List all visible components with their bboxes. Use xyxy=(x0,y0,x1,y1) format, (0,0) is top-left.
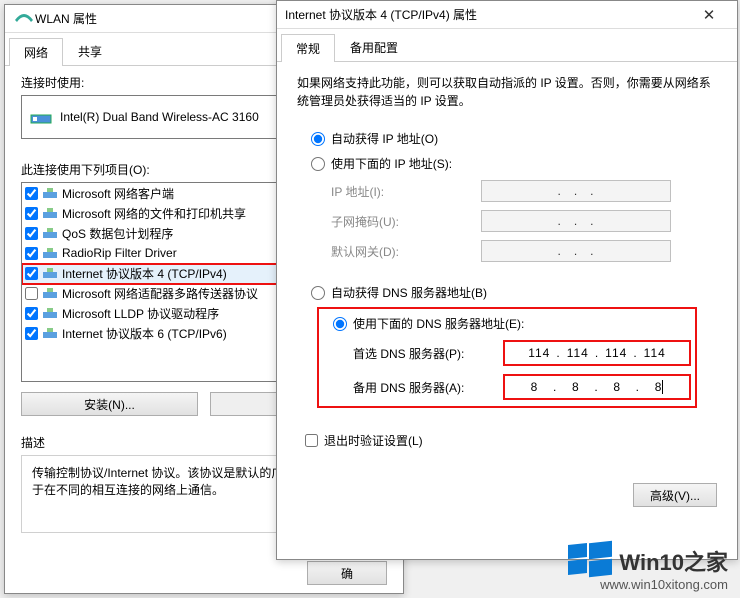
gateway-row: 默认网关(D): ... xyxy=(301,236,713,266)
ip-group: 自动获得 IP 地址(O) 使用下面的 IP 地址(S): IP 地址(I): … xyxy=(295,124,719,272)
item-checkbox[interactable] xyxy=(25,227,38,240)
validate-checkbox[interactable] xyxy=(305,434,318,447)
gateway-input: ... xyxy=(481,240,671,262)
gateway-label: 默认网关(D): xyxy=(331,243,481,260)
ipv4-title: Internet 协议版本 4 (TCP/IPv4) 属性 xyxy=(285,6,689,23)
item-label: Microsoft LLDP 协议驱动程序 xyxy=(62,305,219,322)
radio-auto-ip-label: 自动获得 IP 地址(O) xyxy=(331,130,438,147)
ipv4-properties-window: Internet 协议版本 4 (TCP/IPv4) 属性 ✕ 常规 备用配置 … xyxy=(276,0,738,560)
radio-manual-dns-label: 使用下面的 DNS 服务器地址(E): xyxy=(353,315,524,332)
watermark: Win10之家 www.win10xitong.com xyxy=(568,540,728,592)
info-text: 如果网络支持此功能，则可以获取自动指派的 IP 设置。否则，你需要从网络系统管理… xyxy=(277,62,737,118)
adapter-name: Intel(R) Dual Band Wireless-AC 3160 xyxy=(60,110,259,124)
item-checkbox[interactable] xyxy=(25,287,38,300)
radio-manual-ip-input[interactable] xyxy=(311,157,325,171)
item-label: Internet 协议版本 4 (TCP/IPv4) xyxy=(62,265,227,282)
subnet-input: ... xyxy=(481,210,671,232)
item-checkbox[interactable] xyxy=(25,187,38,200)
radio-auto-ip[interactable]: 自动获得 IP 地址(O) xyxy=(301,126,713,151)
alt-dns-input[interactable]: 8 . 8 . 8 . 8 xyxy=(503,374,691,400)
item-label: Microsoft 网络客户端 xyxy=(62,185,174,202)
item-checkbox[interactable] xyxy=(25,307,38,320)
validate-row[interactable]: 退出时验证设置(L) xyxy=(277,418,737,463)
tab-network[interactable]: 网络 xyxy=(9,38,63,66)
protocol-icon xyxy=(42,306,58,320)
tab-share[interactable]: 共享 xyxy=(63,37,117,65)
item-label: Microsoft 网络的文件和打印机共享 xyxy=(62,205,246,222)
dns-highlight: 使用下面的 DNS 服务器地址(E): 首选 DNS 服务器(P): 114.1… xyxy=(317,307,697,408)
ip-address-input: ... xyxy=(481,180,671,202)
radio-auto-ip-input[interactable] xyxy=(311,132,325,146)
windows-logo-icon xyxy=(568,540,612,576)
alt-dns-label: 备用 DNS 服务器(A): xyxy=(353,379,503,396)
radio-manual-ip-label: 使用下面的 IP 地址(S): xyxy=(331,155,452,172)
radio-auto-dns[interactable]: 自动获得 DNS 服务器地址(B) xyxy=(301,280,713,305)
install-button[interactable]: 安装(N)... xyxy=(21,392,198,416)
subnet-label: 子网掩码(U): xyxy=(331,213,481,230)
protocol-icon xyxy=(42,286,58,300)
wifi-title-icon xyxy=(13,11,35,27)
radio-manual-dns-input[interactable] xyxy=(333,317,347,331)
watermark-brand: Win10之家 xyxy=(619,550,728,575)
advanced-button[interactable]: 高级(V)... xyxy=(633,483,717,507)
item-checkbox[interactable] xyxy=(25,247,38,260)
item-label: QoS 数据包计划程序 xyxy=(62,225,173,242)
dns-group: 自动获得 DNS 服务器地址(B) 使用下面的 DNS 服务器地址(E): 首选… xyxy=(295,278,719,416)
close-icon[interactable]: ✕ xyxy=(689,6,729,24)
ipv4-tabs: 常规 备用配置 xyxy=(277,29,737,62)
subnet-row: 子网掩码(U): ... xyxy=(301,206,713,236)
item-label: Microsoft 网络适配器多路传送器协议 xyxy=(62,285,258,302)
radio-auto-dns-input[interactable] xyxy=(311,286,325,300)
radio-manual-ip[interactable]: 使用下面的 IP 地址(S): xyxy=(301,151,713,176)
alt-dns-row: 备用 DNS 服务器(A): 8 . 8 . 8 . 8 xyxy=(323,370,691,404)
adapter-icon xyxy=(30,109,52,125)
pref-dns-input[interactable]: 114.114.114.114 xyxy=(503,340,691,366)
item-checkbox[interactable] xyxy=(25,327,38,340)
protocol-icon xyxy=(42,246,58,260)
protocol-icon xyxy=(42,226,58,240)
ip-address-label: IP 地址(I): xyxy=(331,183,481,200)
protocol-icon xyxy=(42,266,58,280)
protocol-icon xyxy=(42,206,58,220)
item-checkbox[interactable] xyxy=(25,207,38,220)
ip-address-row: IP 地址(I): ... xyxy=(301,176,713,206)
pref-dns-row: 首选 DNS 服务器(P): 114.114.114.114 xyxy=(323,336,691,370)
ok-button-partial[interactable]: 确 xyxy=(307,561,387,585)
item-label: RadioRip Filter Driver xyxy=(62,246,177,260)
validate-label: 退出时验证设置(L) xyxy=(324,432,423,449)
protocol-icon xyxy=(42,326,58,340)
ipv4-titlebar[interactable]: Internet 协议版本 4 (TCP/IPv4) 属性 ✕ xyxy=(277,1,737,29)
tab-alt-config[interactable]: 备用配置 xyxy=(335,33,413,61)
tab-general[interactable]: 常规 xyxy=(281,34,335,62)
protocol-icon xyxy=(42,186,58,200)
radio-manual-dns[interactable]: 使用下面的 DNS 服务器地址(E): xyxy=(323,311,691,336)
pref-dns-label: 首选 DNS 服务器(P): xyxy=(353,345,503,362)
item-label: Internet 协议版本 6 (TCP/IPv6) xyxy=(62,325,227,342)
watermark-url: www.win10xitong.com xyxy=(568,577,728,592)
radio-auto-dns-label: 自动获得 DNS 服务器地址(B) xyxy=(331,284,487,301)
item-checkbox[interactable] xyxy=(25,267,38,280)
text-caret xyxy=(662,380,663,394)
